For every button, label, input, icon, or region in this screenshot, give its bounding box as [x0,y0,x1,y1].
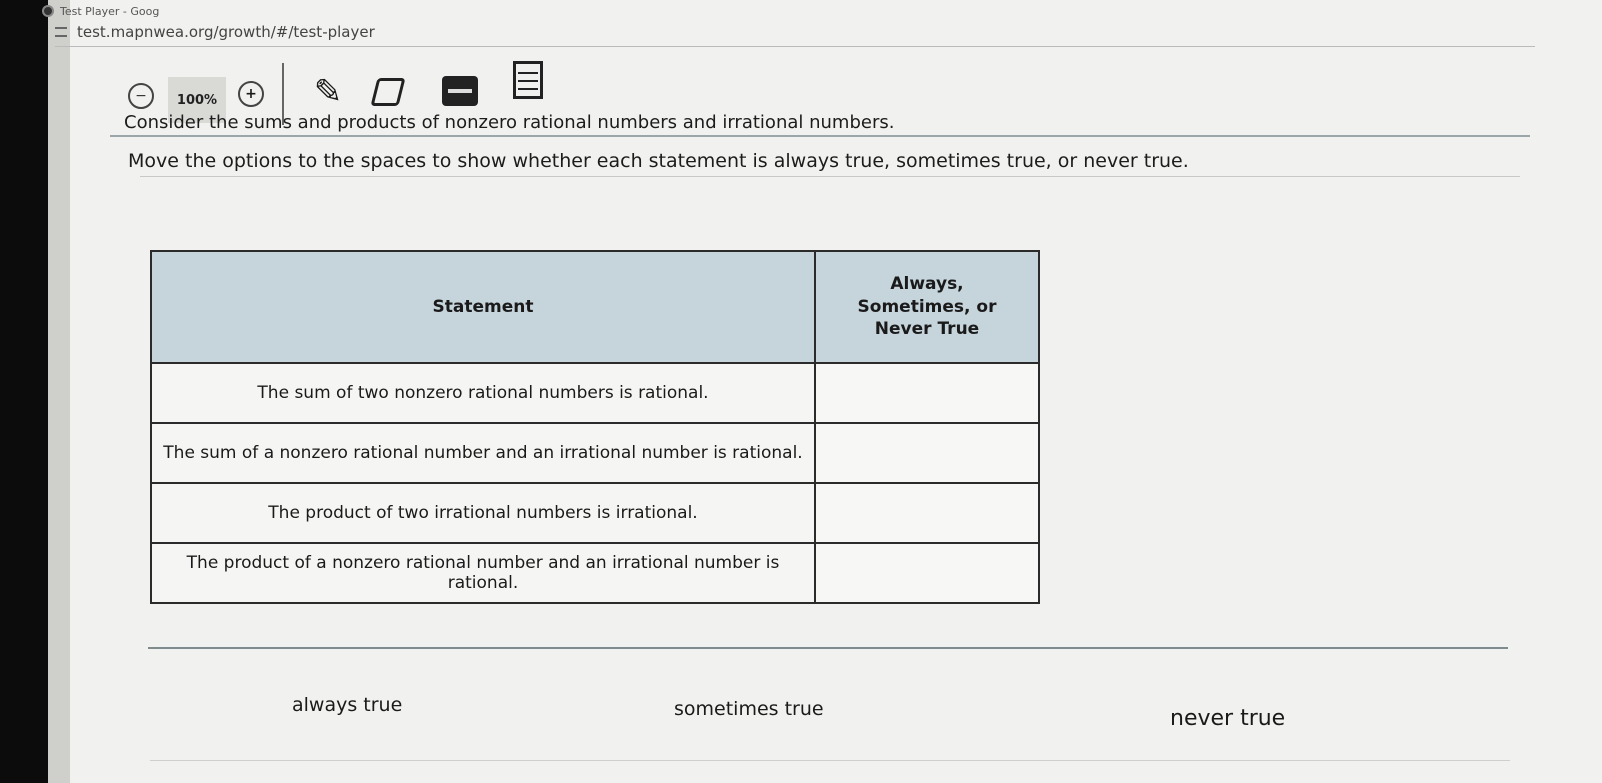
statement-cell: The product of a nonzero rational number… [150,542,816,604]
table-row: The product of a nonzero rational number… [150,542,1040,604]
statement-cell: The product of two irrational numbers is… [150,482,816,544]
zoom-in-button[interactable]: + [238,81,264,107]
table-row: The sum of a nonzero rational number and… [150,422,1040,484]
answer-header-line: Always, [890,273,964,294]
statement-column-header: Statement [150,250,816,364]
table-row: The sum of two nonzero rational numbers … [150,362,1040,424]
question-prompt-line1: Consider the sums and products of nonzer… [124,112,895,133]
pen-icon: ✎ [313,72,343,112]
highlighter-tool-button[interactable] [440,69,480,113]
tab-favicon-icon [42,5,54,17]
answer-header-line: Sometimes, or [857,296,997,317]
drop-target[interactable] [814,482,1040,544]
monitor-bezel [0,0,48,783]
address-bar[interactable]: test.mapnwea.org/growth/#/test-player [55,18,1535,47]
pen-tool-button[interactable]: ✎ [308,65,348,119]
url-text[interactable]: test.mapnwea.org/growth/#/test-player [77,23,375,41]
line-reader-icon [513,61,543,99]
screen-edge [48,0,70,783]
zoom-in-icon: + [245,86,257,102]
option-sometimes-true[interactable]: sometimes true [666,694,832,724]
tab-title: Test Player - Goog [60,4,160,18]
statement-cell: The sum of a nonzero rational number and… [150,422,816,484]
content-divider [140,176,1520,177]
site-settings-icon[interactable] [55,27,67,37]
table-row: The product of two irrational numbers is… [150,482,1040,544]
drop-target[interactable] [814,362,1040,424]
option-never-true[interactable]: never true [1162,702,1293,735]
statement-cell: The sum of two nonzero rational numbers … [150,362,816,424]
option-always-true[interactable]: always true [284,690,410,720]
eraser-icon [370,78,406,106]
options-divider [148,647,1508,649]
zoom-out-icon: − [135,88,147,104]
table-header-row: Statement Always, Sometimes, or Never Tr… [150,250,1040,364]
drop-target[interactable] [814,542,1040,604]
bottom-divider [150,760,1510,761]
answer-table: Statement Always, Sometimes, or Never Tr… [150,250,1040,604]
question-prompt-line2: Move the options to the spaces to show w… [128,150,1189,172]
drop-target[interactable] [814,422,1040,484]
line-reader-button[interactable] [506,55,550,105]
zoom-out-button[interactable]: − [128,83,154,109]
answer-column-header: Always, Sometimes, or Never True [814,250,1040,364]
eraser-tool-button[interactable] [364,65,412,119]
answer-header-line: Never True [874,319,980,340]
answer-options: always true sometimes true never true [150,690,1350,731]
highlighter-icon [442,76,478,106]
